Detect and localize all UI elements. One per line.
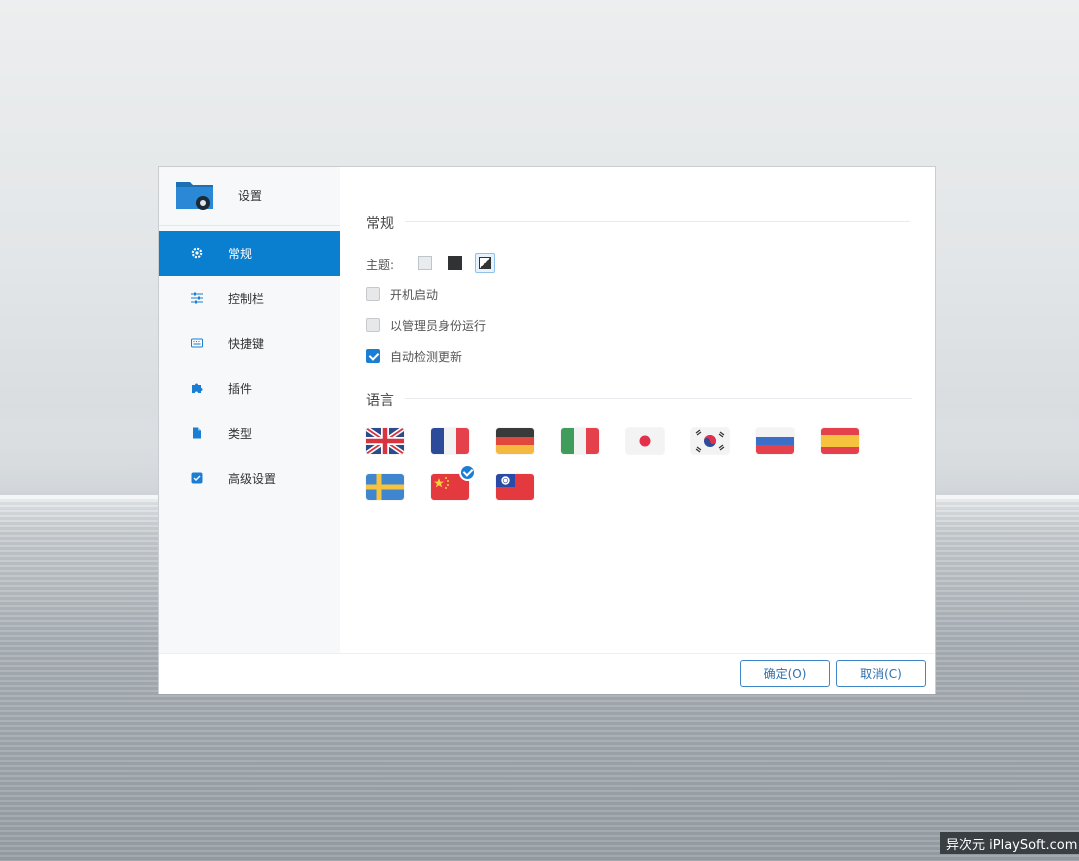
ok-button[interactable]: 确定(O) — [740, 660, 830, 687]
startup-option[interactable]: 开机启动 — [366, 285, 438, 303]
watermark: 异次元 iPlaySoft.com — [940, 832, 1079, 854]
auto-update-checkbox[interactable] — [366, 349, 380, 363]
section-divider — [405, 398, 912, 399]
sidebar-header: 设置 — [159, 167, 340, 225]
sliders-icon — [191, 292, 203, 304]
auto-update-label: 自动检测更新 — [390, 349, 463, 364]
flag-sweden[interactable] — [366, 474, 404, 500]
sidebar-divider — [159, 225, 340, 226]
settings-dialog: 设置 常规 控制栏 快捷键 插件 类型 高级设置 常规 主题: 开机启动 以管理… — [158, 166, 936, 694]
flag-uk[interactable] — [366, 428, 404, 454]
flag-taiwan[interactable] — [496, 474, 534, 500]
run-as-admin-label: 以管理员身份运行 — [390, 318, 487, 333]
sidebar-item-label: 常规 — [228, 247, 253, 261]
selected-check-icon — [459, 464, 476, 481]
app-folder-icon — [176, 182, 213, 210]
theme-light-option[interactable] — [418, 256, 432, 270]
theme-label: 主题: — [366, 258, 395, 272]
sidebar-item-label: 快捷键 — [228, 337, 265, 351]
sidebar-item-general[interactable]: 常规 — [159, 231, 340, 276]
advanced-check-icon — [191, 472, 203, 484]
puzzle-icon — [191, 382, 203, 394]
sidebar-item-label: 类型 — [228, 427, 253, 441]
section-divider — [405, 221, 910, 222]
theme-dark-option[interactable] — [448, 256, 462, 270]
gear-icon — [191, 247, 203, 259]
flag-france[interactable] — [431, 428, 469, 454]
theme-auto-icon — [479, 257, 491, 269]
flag-italy[interactable] — [561, 428, 599, 454]
sidebar-item-plugins[interactable]: 插件 — [159, 366, 340, 411]
theme-auto-option[interactable] — [475, 253, 495, 273]
flag-japan[interactable] — [626, 428, 664, 454]
sidebar-item-shortcuts[interactable]: 快捷键 — [159, 321, 340, 366]
startup-label: 开机启动 — [390, 287, 439, 302]
sidebar-item-label: 控制栏 — [228, 292, 265, 306]
run-as-admin-option[interactable]: 以管理员身份运行 — [366, 316, 486, 334]
flag-russia[interactable] — [756, 428, 794, 454]
sidebar: 设置 常规 控制栏 快捷键 插件 类型 高级设置 — [159, 167, 340, 653]
flag-spain[interactable] — [821, 428, 859, 454]
auto-update-option[interactable]: 自动检测更新 — [366, 347, 462, 365]
run-as-admin-checkbox[interactable] — [366, 318, 380, 332]
section-title-general: 常规 — [366, 216, 394, 232]
settings-content: 常规 主题: 开机启动 以管理员身份运行 自动检测更新 语言 — [341, 167, 935, 653]
file-type-icon — [191, 427, 203, 439]
flag-korea[interactable] — [691, 428, 729, 454]
sidebar-item-advanced[interactable]: 高级设置 — [159, 456, 340, 501]
sidebar-item-types[interactable]: 类型 — [159, 411, 340, 456]
dialog-title: 设置 — [238, 189, 263, 203]
section-title-language: 语言 — [366, 393, 394, 409]
dialog-footer: 确定(O) 取消(C) — [159, 653, 935, 694]
sidebar-item-label: 高级设置 — [228, 472, 277, 486]
startup-checkbox[interactable] — [366, 287, 380, 301]
flag-china-wrapper — [431, 464, 476, 500]
flag-germany[interactable] — [496, 428, 534, 454]
sidebar-item-control-bar[interactable]: 控制栏 — [159, 276, 340, 321]
keyboard-icon — [191, 337, 203, 349]
sidebar-item-label: 插件 — [228, 382, 253, 396]
sidebar-nav: 常规 控制栏 快捷键 插件 类型 高级设置 — [159, 231, 340, 501]
cancel-button[interactable]: 取消(C) — [836, 660, 926, 687]
